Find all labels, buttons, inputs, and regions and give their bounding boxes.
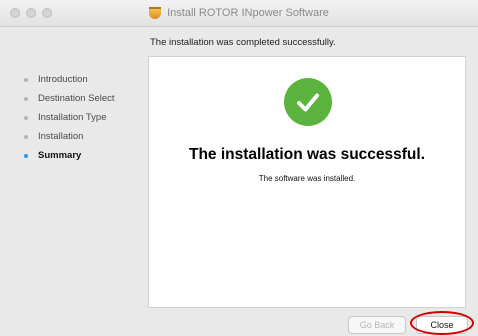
- close-highlight-annotation: [410, 311, 474, 335]
- step-label: Destination Select: [38, 93, 115, 104]
- installer-steps: Introduction Destination Select Installa…: [24, 70, 115, 165]
- title-bar: Install ROTOR INpower Software: [0, 0, 478, 27]
- step-label: Installation: [38, 131, 84, 142]
- step-label: Introduction: [38, 74, 88, 85]
- step-bullet-icon: [24, 153, 28, 158]
- step-installation: Installation: [24, 127, 115, 146]
- window-title: Install ROTOR INpower Software: [167, 7, 329, 19]
- go-back-button[interactable]: Go Back: [348, 316, 406, 334]
- step-destination-select: Destination Select: [24, 89, 115, 108]
- step-summary: Summary: [24, 146, 115, 165]
- step-bullet-icon: [24, 96, 28, 101]
- step-label: Summary: [38, 150, 82, 161]
- step-bullet-icon: [24, 115, 28, 120]
- checkmark-circle-icon: [284, 78, 332, 126]
- installer-window: Install ROTOR INpower Software The insta…: [0, 0, 478, 336]
- step-bullet-icon: [24, 77, 28, 82]
- installer-package-icon: [149, 7, 162, 19]
- success-message: The software was installed.: [258, 174, 356, 183]
- window-title-group: Install ROTOR INpower Software: [0, 0, 478, 26]
- step-introduction: Introduction: [24, 70, 115, 89]
- step-installation-type: Installation Type: [24, 108, 115, 127]
- step-label: Installation Type: [38, 112, 107, 123]
- status-subtitle: The installation was completed successfu…: [150, 37, 336, 48]
- step-bullet-icon: [24, 134, 28, 139]
- success-heading: The installation was successful.: [188, 146, 426, 163]
